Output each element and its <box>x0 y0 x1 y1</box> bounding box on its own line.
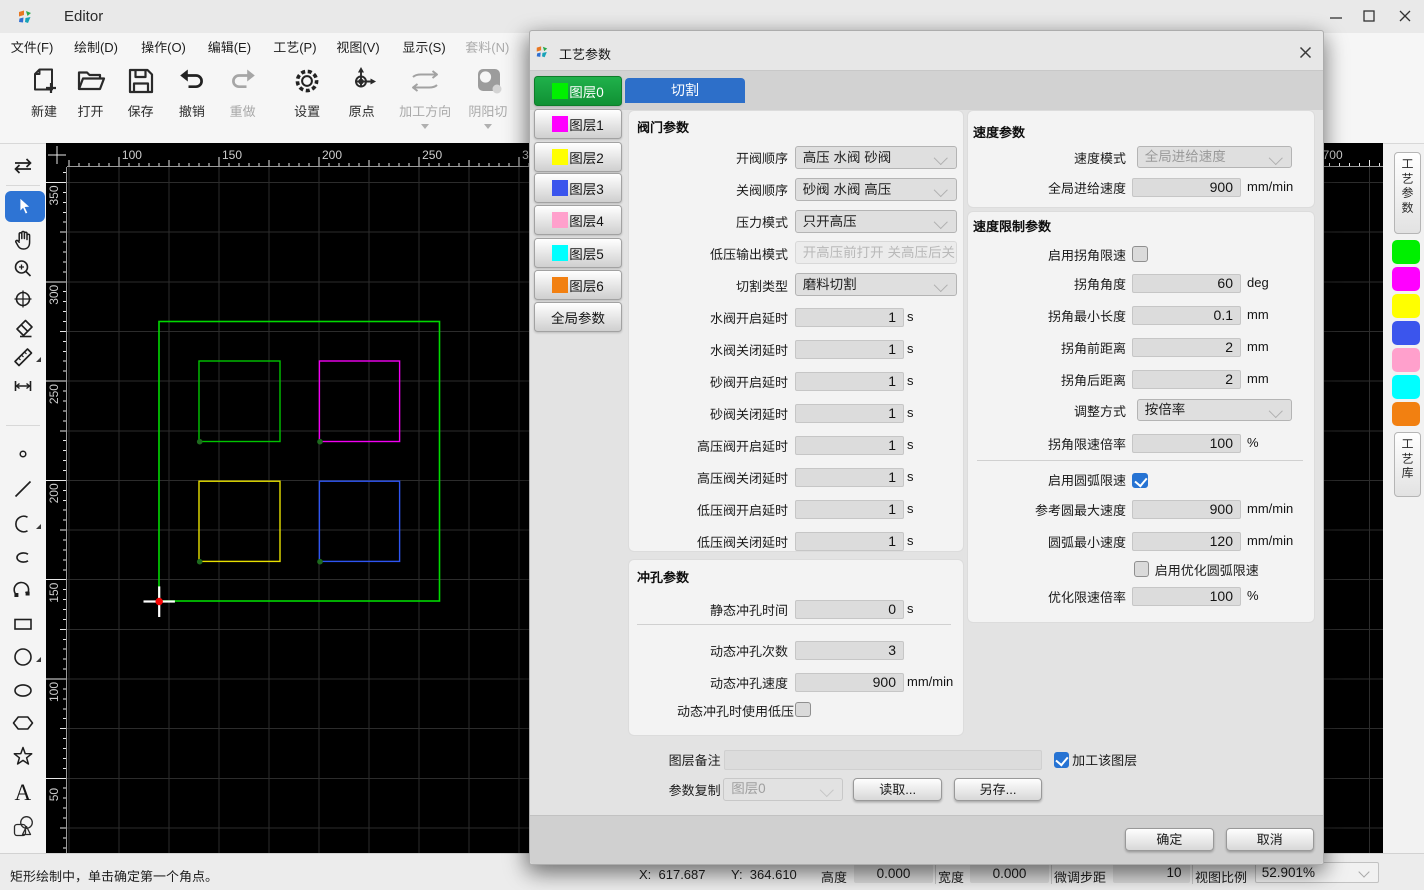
svg-text:50: 50 <box>47 788 61 802</box>
svg-text:200: 200 <box>322 148 342 162</box>
svg-text:250: 250 <box>47 384 61 404</box>
svg-text:700: 700 <box>1323 148 1343 162</box>
svg-text:100: 100 <box>47 682 61 702</box>
svg-text:350: 350 <box>47 185 61 205</box>
svg-text:100: 100 <box>122 148 142 162</box>
svg-text:300: 300 <box>47 284 61 304</box>
svg-text:150: 150 <box>47 582 61 602</box>
svg-text:150: 150 <box>222 148 242 162</box>
svg-text:200: 200 <box>47 483 61 503</box>
svg-text:A: A <box>15 780 32 804</box>
svg-text:250: 250 <box>422 148 442 162</box>
